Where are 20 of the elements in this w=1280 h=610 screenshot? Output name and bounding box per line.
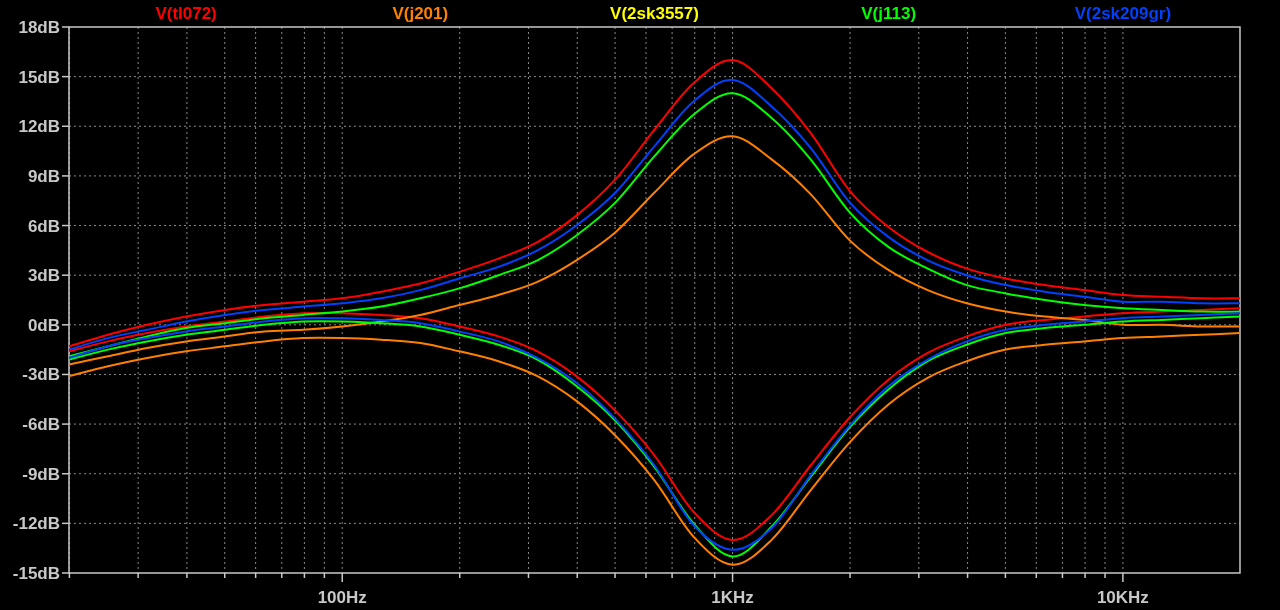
axis-tick-label: -9dB (22, 464, 60, 484)
axis-tick-label: 1KHz (711, 588, 754, 607)
axis-tick-label: -15dB (12, 564, 60, 583)
axis-tick-label: 18dB (18, 18, 60, 37)
axis-tick-label: 100Hz (317, 588, 367, 607)
axis-tick-label: -6dB (22, 415, 60, 435)
legend-label: V(j201) (392, 4, 449, 23)
axis-tick-label: 10KHz (1096, 588, 1149, 607)
legend-label: V(j113) (861, 4, 917, 23)
legend-label: V(2sk3557) (610, 4, 699, 23)
legend-label: V(tl072) (155, 4, 217, 23)
axis-tick-label: 3dB (27, 266, 60, 286)
axis-tick-label: 6dB (27, 216, 60, 236)
axis-tick-label: 12dB (18, 117, 60, 137)
axis-tick-label: 15dB (18, 67, 60, 87)
axis-tick-label: 9dB (27, 166, 60, 186)
legend-label: V(2sk209gr) (1074, 4, 1172, 23)
axis-tick-label: -12dB (12, 514, 60, 534)
axis-tick-label: -3dB (22, 365, 60, 385)
axis-tick-label: 0dB (27, 315, 60, 335)
